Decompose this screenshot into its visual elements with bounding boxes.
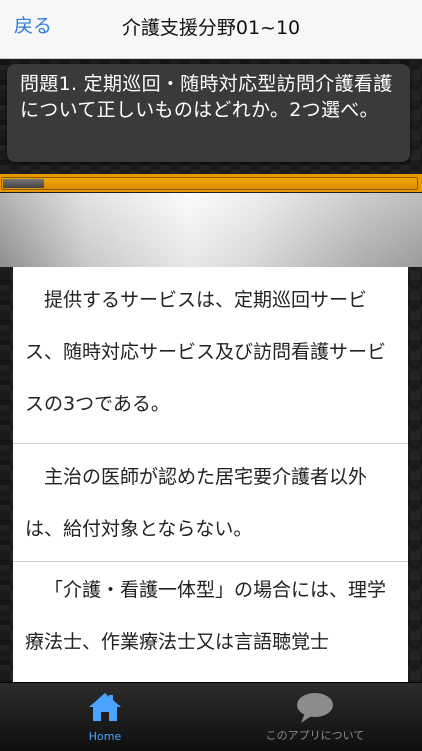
speech-bubble-icon: [297, 693, 333, 723]
tab-about[interactable]: このアプリについて: [230, 683, 400, 751]
progress-track: [1, 177, 418, 190]
navigation-bar: 戻る 介護支援分野01~10: [0, 0, 422, 59]
answer-list: 提供するサービスは、定期巡回サービス、随時対応サービス及び訪問看護サービスの3つ…: [13, 267, 408, 682]
metallic-divider: [0, 193, 422, 267]
question-box: 問題1. 定期巡回・随時対応型訪問介護看護について正しいものはどれか。2つ選べ。: [7, 64, 410, 162]
answer-option-2[interactable]: 主治の医師が認めた居宅要介護者以外は、給付対象とならない。: [13, 444, 408, 562]
progress-bar: [0, 174, 422, 192]
question-text: 問題1. 定期巡回・随時対応型訪問介護看護について正しいものはどれか。2つ選べ。: [20, 73, 393, 121]
tab-bar: Home このアプリについて: [0, 682, 422, 751]
answer-option-3[interactable]: 「介護・看護一体型」の場合には、理学療法士、作業療法士又は言語聴覚士: [13, 562, 408, 682]
progress-fill: [3, 179, 44, 188]
tab-about-label: このアプリについて: [265, 729, 365, 742]
house-icon: [89, 693, 121, 721]
tab-home-label: Home: [88, 730, 122, 743]
tab-home[interactable]: Home: [70, 683, 140, 751]
page-title: 介護支援分野01~10: [121, 17, 301, 39]
answer-option-1[interactable]: 提供するサービスは、定期巡回サービス、随時対応サービス及び訪問看護サービスの3つ…: [13, 267, 408, 444]
